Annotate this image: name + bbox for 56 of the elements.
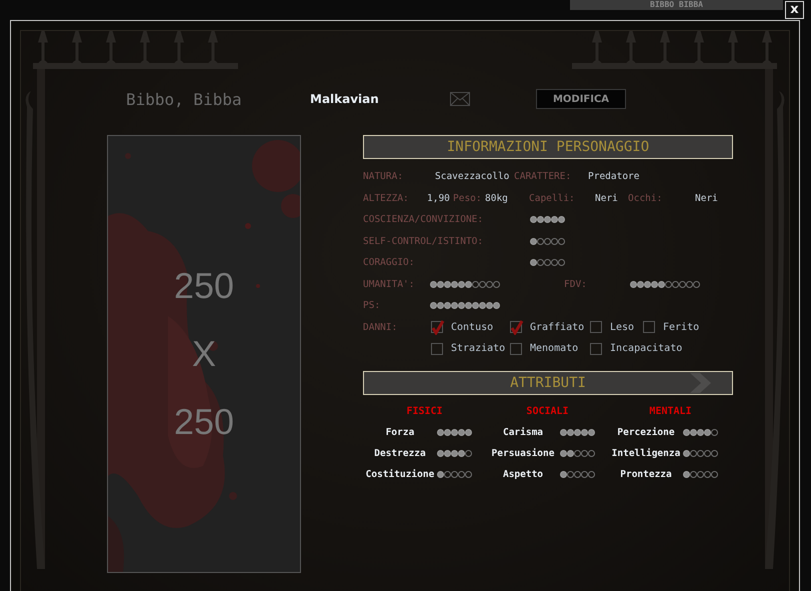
group-heading: MENTALI bbox=[648, 404, 693, 418]
field-label: UMANITA': bbox=[363, 278, 416, 290]
attribute-name: Carisma bbox=[502, 426, 544, 438]
group-heading: FISICI bbox=[405, 404, 444, 418]
field-label: DANNI: bbox=[363, 322, 398, 333]
group-heading: SOCIALI bbox=[525, 404, 570, 418]
placeholder-caption: 250 bbox=[174, 264, 234, 308]
field-label: FDV: bbox=[564, 278, 588, 290]
field-value: Scavezzacollo bbox=[435, 171, 510, 182]
attribute-name: Destrezza bbox=[373, 448, 427, 458]
checkbox[interactable] bbox=[510, 342, 522, 355]
attribute-name: Forza bbox=[384, 426, 416, 438]
checkbox-label: Menomato bbox=[530, 343, 578, 354]
section-title: INFORMAZIONI PERSONAGGIO bbox=[363, 135, 733, 159]
field-label: CARATTERE: bbox=[514, 171, 572, 182]
checkbox[interactable] bbox=[590, 342, 602, 355]
field-label: Peso: bbox=[453, 192, 483, 204]
checkbox-label: Graffiato bbox=[530, 322, 584, 333]
field-label: COSCIENZA/CONVIZIONE: bbox=[363, 214, 484, 226]
attribute-name: Aspetto bbox=[502, 468, 544, 480]
field-value: Predatore bbox=[588, 171, 640, 182]
field-value: 80kg bbox=[485, 192, 509, 204]
attribute-name: Prontezza bbox=[619, 468, 673, 480]
field-label: CORAGGIO: bbox=[363, 257, 416, 268]
checkbox[interactable] bbox=[431, 342, 443, 355]
checkbox-label: Ferito bbox=[663, 322, 700, 333]
placeholder-caption: 250 bbox=[174, 400, 234, 444]
field-value: Neri bbox=[595, 192, 619, 204]
attribute-name: Costituzione bbox=[364, 468, 436, 480]
mail-icon[interactable] bbox=[450, 92, 470, 106]
attribute-name: Intelligenza bbox=[610, 448, 682, 458]
field-label: Capelli: bbox=[529, 192, 576, 204]
edit-button[interactable]: MODIFICA bbox=[536, 89, 626, 109]
close-button[interactable]: x bbox=[785, 1, 804, 19]
checkbox[interactable] bbox=[643, 321, 655, 334]
attribute-name: Percezione bbox=[616, 426, 676, 438]
checkbox[interactable] bbox=[510, 321, 522, 334]
attribute-name: Persuasione bbox=[490, 448, 556, 458]
field-label: SELF-CONTROL/ISTINTO: bbox=[363, 236, 484, 247]
checkbox[interactable] bbox=[431, 321, 443, 334]
field-value: 1,90 bbox=[427, 192, 451, 204]
section-title: ATTRIBUTI bbox=[363, 370, 733, 394]
clan-name: Malkavian bbox=[310, 92, 380, 106]
checkbox-label: Leso bbox=[610, 322, 634, 333]
field-label: Occhi: bbox=[628, 192, 664, 204]
chevron-icon bbox=[690, 372, 712, 392]
checkbox-label: Contuso bbox=[451, 322, 494, 333]
field-label: NATURA: bbox=[363, 171, 404, 182]
checkbox[interactable] bbox=[590, 321, 602, 334]
field-value: Neri bbox=[695, 192, 718, 204]
placeholder-caption: X bbox=[192, 332, 216, 376]
checkbox-label: Straziato bbox=[451, 343, 506, 354]
checkbox-label: Incapacitato bbox=[610, 343, 682, 354]
field-label: ALTEZZA: bbox=[363, 192, 410, 204]
field-label: PS: bbox=[363, 300, 382, 312]
character-name: Bibbo, Bibba bbox=[126, 90, 243, 108]
